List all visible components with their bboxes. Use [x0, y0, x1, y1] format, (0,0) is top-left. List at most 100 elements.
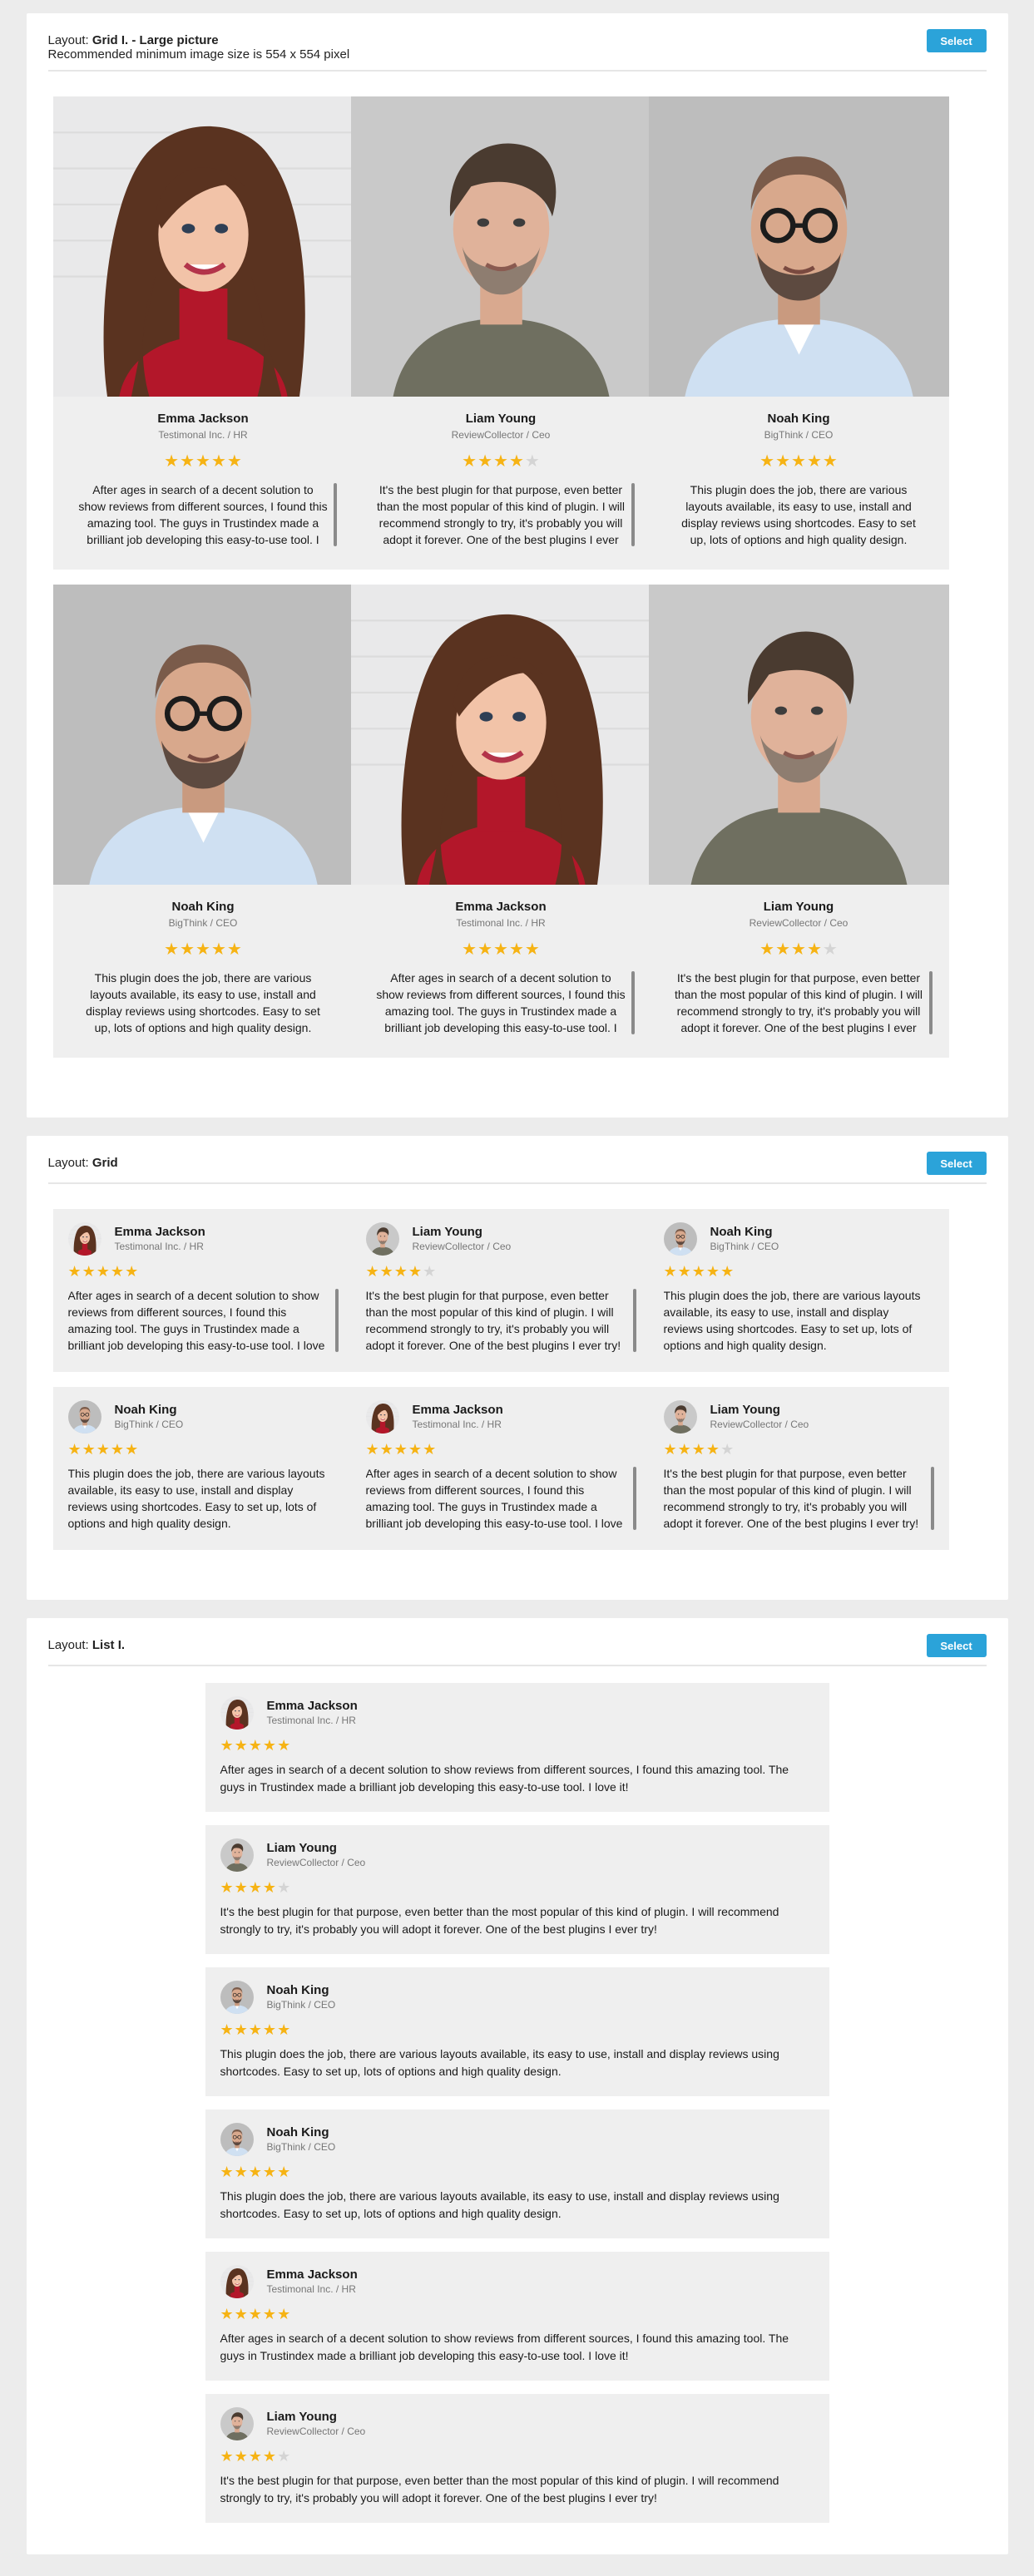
- star-filled-icon: ★: [195, 940, 210, 959]
- star-rating: ★ ★ ★ ★ ★: [164, 941, 242, 958]
- star-filled-icon: ★: [125, 1441, 139, 1458]
- review-text-box: This plugin does the job, there are vari…: [665, 481, 933, 548]
- review-card: Liam Young ReviewCollector / Ceo ★ ★ ★ ★ ★ I…: [205, 2394, 829, 2523]
- star-rating: ★ ★ ★ ★ ★: [164, 453, 242, 470]
- text-scrollbar[interactable]: [632, 1467, 636, 1530]
- portrait-image: [52, 96, 354, 397]
- star-filled-icon: ★: [82, 1441, 96, 1458]
- star-filled-icon: ★: [423, 1441, 437, 1458]
- review-text-box: After ages in search of a decent solutio…: [70, 481, 337, 548]
- review-text-box: This plugin does the job, there are vari…: [664, 1287, 934, 1354]
- layout-panel-large-grid: Layout: Grid I. - Large picture Recommen…: [26, 13, 1008, 1118]
- select-button[interactable]: Select: [926, 1152, 987, 1175]
- text-scrollbar[interactable]: [334, 1289, 339, 1352]
- text-scrollbar[interactable]: [930, 1467, 934, 1530]
- star-filled-icon: ★: [277, 2306, 291, 2322]
- reviewer-company: ReviewCollector / Ceo: [749, 917, 848, 929]
- review-card: Liam Young ReviewCollector / Ceo ★ ★ ★ ★ ★ I…: [648, 1387, 949, 1550]
- star-filled-icon: ★: [210, 452, 226, 471]
- star-filled-icon: ★: [220, 2448, 234, 2465]
- review-grid: Emma Jackson Testimonal Inc. / HR ★ ★ ★ ★ ★ …: [27, 1184, 1008, 1600]
- star-filled-icon: ★: [462, 940, 477, 959]
- portrait-image: [220, 1981, 254, 2014]
- portrait-image: [663, 1400, 697, 1434]
- review-text-box: This plugin does the job, there are vari…: [70, 970, 337, 1036]
- text-scrollbar[interactable]: [333, 483, 337, 546]
- text-scrollbar[interactable]: [632, 1289, 636, 1352]
- star-filled-icon: ★: [110, 1441, 125, 1458]
- star-filled-icon: ★: [493, 940, 508, 959]
- layout-name: Grid: [92, 1156, 118, 1170]
- star-rating: ★ ★ ★ ★ ★: [462, 453, 540, 470]
- star-filled-icon: ★: [791, 452, 806, 471]
- layout-label: Layout:: [47, 1156, 92, 1170]
- reviewer-name: Liam Young: [763, 900, 834, 914]
- star-filled-icon: ★: [791, 940, 806, 959]
- star-filled-icon: ★: [720, 1263, 735, 1280]
- star-filled-icon: ★: [462, 452, 477, 471]
- review-text: This plugin does the job, there are vari…: [67, 1467, 325, 1530]
- reviewer-name: Emma Jackson: [157, 412, 249, 426]
- star-empty-icon: ★: [277, 1879, 291, 1896]
- star-filled-icon: ★: [226, 452, 242, 471]
- star-filled-icon: ★: [775, 940, 791, 959]
- star-filled-icon: ★: [234, 2021, 248, 2038]
- star-rating: ★ ★ ★ ★ ★: [366, 1442, 437, 1457]
- reviewer-photo: [52, 96, 354, 397]
- layout-panel-list: Layout: List I. Select Emma Jackson Test…: [26, 1618, 1008, 2554]
- star-filled-icon: ★: [234, 2164, 248, 2180]
- star-filled-icon: ★: [180, 452, 195, 471]
- layout-title: Layout: Grid: [48, 1156, 987, 1170]
- text-scrollbar[interactable]: [631, 483, 635, 546]
- select-button[interactable]: Select: [926, 29, 987, 52]
- reviewer-name: Noah King: [710, 1225, 773, 1239]
- review-card: Noah King BigThink / CEO ★ ★ ★ ★ ★ This plug…: [52, 585, 354, 1058]
- star-rating: ★ ★ ★ ★ ★: [759, 453, 838, 470]
- text-scrollbar[interactable]: [631, 971, 635, 1034]
- star-filled-icon: ★: [379, 1441, 393, 1458]
- star-filled-icon: ★: [677, 1441, 691, 1458]
- layout-title: Layout: Grid I. - Large picture: [48, 33, 987, 47]
- reviewer-name: Noah King: [767, 412, 830, 426]
- reviewer-company: ReviewCollector / Ceo: [710, 1419, 809, 1430]
- large-picture-grid: Emma Jackson Testimonal Inc. / HR ★ ★ ★ ★ ★ …: [27, 72, 1008, 1118]
- star-filled-icon: ★: [663, 1263, 677, 1280]
- star-filled-icon: ★: [67, 1441, 82, 1458]
- review-card: Emma Jackson Testimonal Inc. / HR ★ ★ ★ ★ ★ …: [52, 96, 354, 570]
- star-filled-icon: ★: [180, 940, 195, 959]
- star-filled-icon: ★: [234, 1737, 248, 1754]
- panel-header: Layout: Grid Select: [27, 1136, 1008, 1184]
- review-text: This plugin does the job, there are vari…: [220, 2047, 779, 2078]
- star-filled-icon: ★: [705, 1441, 720, 1458]
- portrait-image: [52, 585, 354, 885]
- star-filled-icon: ★: [775, 452, 791, 471]
- review-text: After ages in search of a decent solutio…: [376, 971, 626, 1034]
- review-text: This plugin does the job, there are vari…: [681, 483, 916, 546]
- star-rating: ★ ★ ★ ★ ★: [220, 2164, 291, 2179]
- review-text-box: After ages in search of a decent solutio…: [68, 1287, 339, 1354]
- portrait-image: [365, 1400, 399, 1434]
- star-rating: ★ ★ ★ ★ ★: [220, 1880, 291, 1895]
- select-button[interactable]: Select: [926, 1634, 987, 1657]
- review-text: After ages in search of a decent solutio…: [67, 1289, 325, 1352]
- star-filled-icon: ★: [96, 1263, 110, 1280]
- portrait-image: [648, 96, 949, 397]
- review-text: This plugin does the job, there are vari…: [220, 2189, 779, 2220]
- reviewer-company: BigThink / CEO: [266, 2141, 336, 2153]
- review-text: After ages in search of a decent solutio…: [78, 483, 328, 546]
- layout-subtitle: Recommended minimum image size is 554 x …: [47, 47, 350, 62]
- star-rating: ★ ★ ★ ★ ★: [68, 1264, 139, 1279]
- review-text: After ages in search of a decent solutio…: [220, 1763, 789, 1794]
- reviewer-photo: [350, 96, 651, 397]
- text-scrollbar[interactable]: [928, 971, 933, 1034]
- reviewer-name: Liam Young: [465, 412, 537, 426]
- review-card: Emma Jackson Testimonal Inc. / HR ★ ★ ★ ★ ★ …: [350, 585, 651, 1058]
- layout-label: Layout:: [47, 1638, 92, 1652]
- star-filled-icon: ★: [220, 2021, 234, 2038]
- portrait-image: [365, 1222, 399, 1256]
- star-filled-icon: ★: [408, 1441, 423, 1458]
- star-filled-icon: ★: [262, 2306, 277, 2322]
- reviewer-name: Noah King: [114, 1403, 177, 1417]
- portrait-image: [663, 1222, 697, 1256]
- review-text: It's the best plugin for that purpose, e…: [220, 2474, 779, 2504]
